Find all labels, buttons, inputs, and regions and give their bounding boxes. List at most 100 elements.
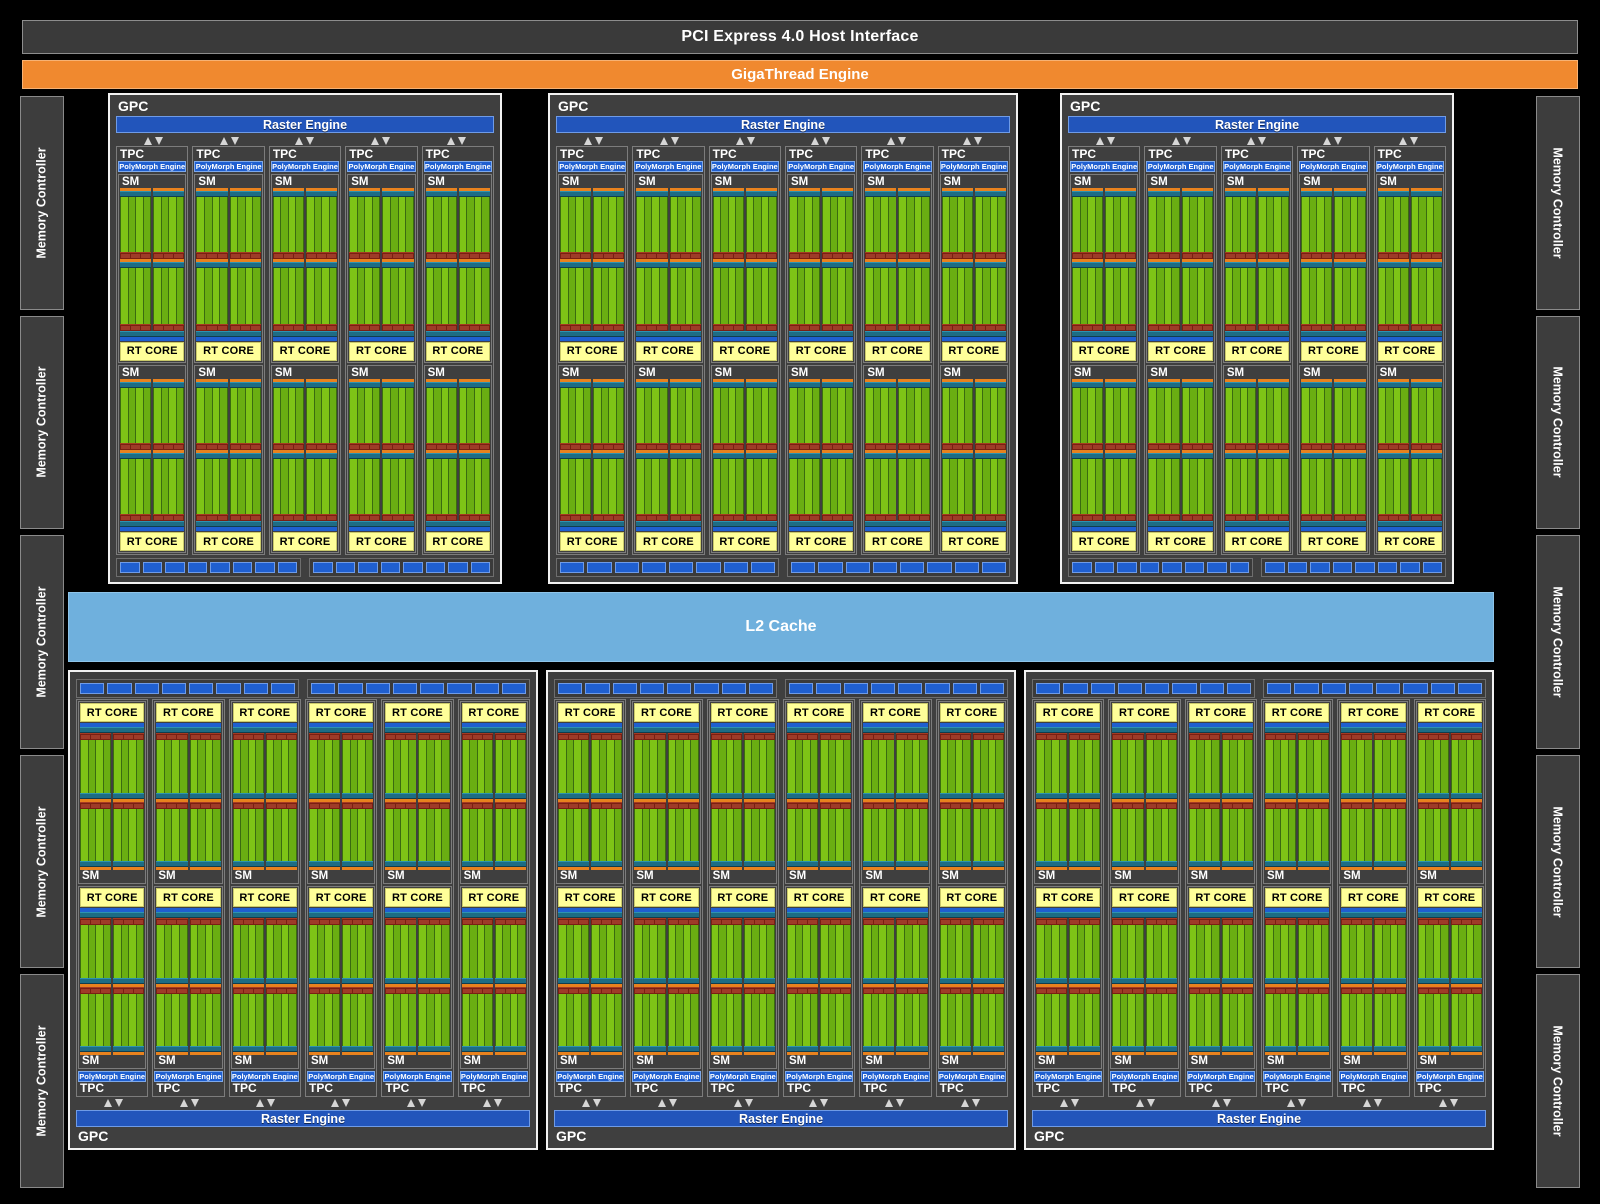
cuda-core-column: [467, 459, 474, 514]
cuda-core-column: [383, 197, 390, 252]
cuda-core-column: [154, 197, 161, 252]
tensor-core-unit: [810, 445, 819, 449]
cuda-core-column: [1386, 197, 1393, 252]
sm-processing-block: [266, 802, 297, 871]
sm-processing-block: [233, 987, 264, 1056]
cuda-core-column: [846, 268, 853, 323]
cuda-core-column: [976, 459, 983, 514]
cuda-core-column: [866, 197, 873, 252]
cuda-core-column: [401, 925, 408, 978]
rop-unit: [818, 562, 842, 573]
polymorph-engine: PolyMorph Engine: [940, 161, 1008, 172]
sm-processing-block: [1301, 450, 1332, 521]
cuda-core-column: [1198, 459, 1205, 514]
cuda-core-column: [129, 268, 136, 323]
rop-unit: [667, 683, 691, 694]
cuda-core-column: [899, 268, 906, 323]
tensor-core-unit: [101, 804, 110, 808]
cuda-core-column: [1267, 388, 1274, 443]
sm-block-column: [744, 918, 775, 1055]
sm-label: SM: [1301, 367, 1365, 379]
sm-processing-block: [865, 450, 896, 521]
rop-group: [1032, 679, 1255, 698]
tensor-core-bar: [153, 324, 184, 331]
sm-processing-block: [1378, 259, 1409, 330]
tensor-core-unit: [1379, 516, 1388, 520]
texture-unit-bar: [120, 337, 184, 341]
sm-processing-block: [634, 802, 665, 871]
cuda-core-array: [1374, 925, 1405, 978]
cuda-core-array: [1265, 925, 1296, 978]
cuda-core-column: [576, 268, 583, 323]
tensor-core-unit: [201, 804, 210, 808]
cuda-core-column: [1441, 994, 1448, 1047]
tensor-core-unit: [327, 516, 336, 520]
arrow-up-icon: [1136, 1099, 1144, 1107]
cuda-core-column: [790, 268, 797, 323]
cuda-core-array: [711, 809, 742, 862]
tensor-core-unit: [961, 735, 970, 739]
tensor-core-unit: [251, 516, 260, 520]
tensor-core-unit: [790, 326, 799, 330]
tensor-core-unit: [1223, 735, 1232, 739]
cuda-core-column: [475, 388, 482, 443]
sm-processing-blocks: [80, 918, 144, 1055]
tensor-core-unit: [800, 445, 809, 449]
tensor-core-unit: [1302, 254, 1311, 258]
cuda-core-array: [459, 268, 490, 323]
tensor-core-unit: [1389, 254, 1398, 258]
cuda-core-array: [668, 740, 699, 793]
cuda-core-column: [963, 994, 970, 1047]
tensor-core-bar: [634, 918, 665, 925]
cuda-core-column: [974, 809, 981, 862]
cuda-core-column: [1190, 459, 1197, 514]
cuda-core-array: [1112, 994, 1143, 1047]
tensor-core-unit: [427, 254, 436, 258]
rop-unit: [1117, 562, 1137, 573]
tensor-core-bar: [636, 324, 667, 331]
sm-processing-block: [1036, 987, 1067, 1056]
tensor-core-unit: [1073, 445, 1082, 449]
tensor-core-unit: [876, 516, 885, 520]
polymorph-engine: PolyMorph Engine: [118, 161, 186, 172]
cuda-core-column: [274, 459, 281, 514]
tensor-core-unit: [1309, 989, 1318, 993]
cuda-core-column: [958, 388, 965, 443]
cuda-core-column: [684, 925, 691, 978]
cuda-core-column: [956, 925, 963, 978]
cuda-core-column: [1045, 740, 1052, 793]
tensor-core-bar: [713, 252, 744, 259]
tensor-core-unit: [360, 445, 369, 449]
tensor-core-unit: [635, 989, 644, 993]
texture-unit-bar: [942, 527, 1006, 531]
sm-block: SMRT CORE: [938, 886, 1006, 1069]
cuda-core-column: [864, 994, 871, 1047]
tensor-core-unit: [1322, 326, 1331, 330]
cuda-core-array: [558, 925, 589, 978]
tensor-core-unit: [234, 920, 243, 924]
tensor-core-unit: [1399, 445, 1408, 449]
cuda-core-column: [747, 388, 754, 443]
sm-label: SM: [1148, 367, 1212, 379]
cuda-core-column: [729, 197, 736, 252]
sm-block-column: [746, 379, 777, 522]
tensor-core-unit: [383, 326, 392, 330]
tensor-core-unit: [386, 735, 395, 739]
cuda-core-column: [1157, 388, 1164, 443]
cuda-core-column: [965, 459, 972, 514]
cuda-core-column: [1093, 925, 1100, 978]
cuda-core-column: [1205, 809, 1212, 862]
cuda-core-column: [658, 925, 665, 978]
cuda-core-column: [394, 994, 401, 1047]
arrow-down-icon: [231, 137, 239, 145]
tensor-core-unit: [994, 920, 1003, 924]
cuda-core-array: [668, 809, 699, 862]
cuda-core-array: [636, 459, 667, 514]
sm-processing-block: [1411, 188, 1442, 259]
arrow-up-icon: [736, 137, 744, 145]
tpc-label: TPC: [1070, 148, 1138, 161]
sm-block-column: [1036, 918, 1067, 1055]
cuda-core-column: [567, 925, 574, 978]
cuda-core-column: [282, 809, 289, 862]
tensor-core-unit: [473, 920, 482, 924]
